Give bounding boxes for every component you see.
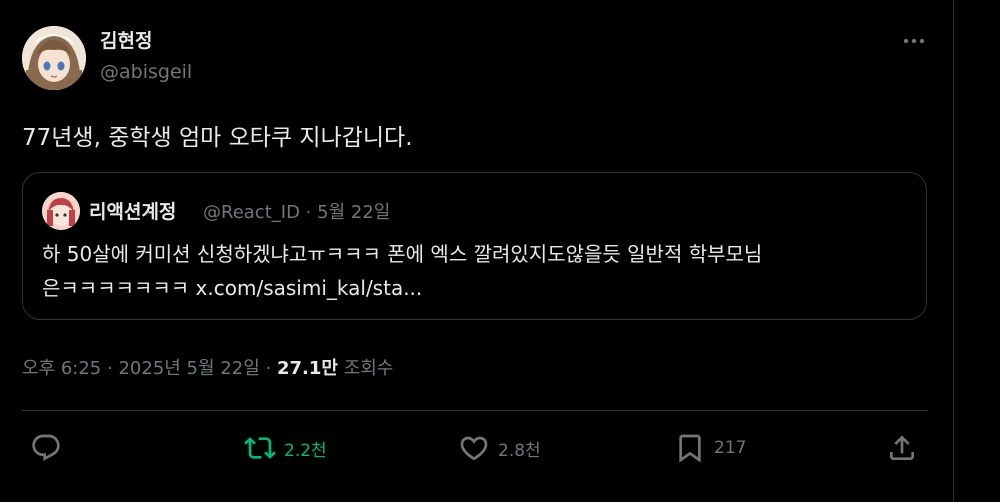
quote-date: 5월 22일 (317, 202, 391, 223)
quote-author-avatar[interactable] (42, 192, 80, 230)
quote-meta: @React_ID · 5월 22일 (203, 198, 390, 224)
more-dots-icon (903, 38, 925, 44)
tweet-text: 77년생, 중학생 엄마 오타쿠 지나갑니다. (22, 125, 413, 151)
share-icon (890, 435, 914, 460)
quoted-tweet-card[interactable]: 리액션계정 @React_ID · 5월 22일 하 50살에 커미션 신청하겠… (22, 172, 927, 320)
quote-author-name: 리액션계정 (89, 201, 177, 223)
heart-icon (460, 436, 488, 461)
quote-avatar-image (42, 192, 80, 230)
views-label: 조회수 (343, 358, 394, 379)
action-bar-divider (22, 410, 928, 411)
column-divider (953, 0, 954, 502)
reply-icon (32, 434, 60, 461)
retweet-button[interactable]: 2.2천 (244, 430, 327, 466)
author-avatar[interactable] (22, 26, 86, 90)
retweet-icon (244, 437, 276, 459)
tweet-meta: 오후 6:25 · 2025년 5월 22일 · 27.1만 조회수 (22, 354, 393, 380)
retweet-count: 2.2천 (284, 440, 327, 461)
more-options-button[interactable] (898, 27, 930, 55)
like-count: 2.8천 (498, 440, 541, 461)
author-display-name[interactable]: 김현정 (100, 26, 152, 53)
anime-avatar-image (22, 26, 86, 90)
quote-text: 하 50살에 커미션 신청하겠냐고ㅠㅋㅋㅋ 폰에 엑스 깔려있지도않을듯 일반적… (42, 237, 912, 305)
bookmark-button[interactable]: 217 (674, 430, 746, 466)
quote-author-handle: @React_ID (203, 202, 300, 223)
tweet: 김현정 @abisgeil 77년생, 중학생 엄마 오타쿠 지나갑니다. 리액… (0, 0, 953, 502)
like-button[interactable]: 2.8천 (458, 430, 541, 466)
quote-text-line: 은ㅋㅋㅋㅋㅋㅋㅋ x.com/sasimi_kal/sta... (42, 276, 423, 300)
bookmark-count: 217 (714, 438, 747, 458)
author-handle[interactable]: @abisgeil (100, 61, 192, 83)
meta-separator: · (265, 358, 272, 379)
quote-separator: · (305, 202, 312, 223)
tweet-date[interactable]: 2025년 5월 22일 (118, 358, 259, 379)
share-button[interactable] (886, 430, 918, 466)
reply-button[interactable] (30, 430, 62, 466)
bookmark-icon (679, 434, 701, 463)
views-count: 27.1만 (276, 358, 338, 379)
meta-separator: · (107, 358, 113, 379)
tweet-time[interactable]: 오후 6:25 (22, 358, 101, 379)
quote-text-line: 하 50살에 커미션 신청하겠냐고ㅠㅋㅋㅋ 폰에 엑스 깔려있지도않을듯 일반적… (42, 242, 763, 266)
